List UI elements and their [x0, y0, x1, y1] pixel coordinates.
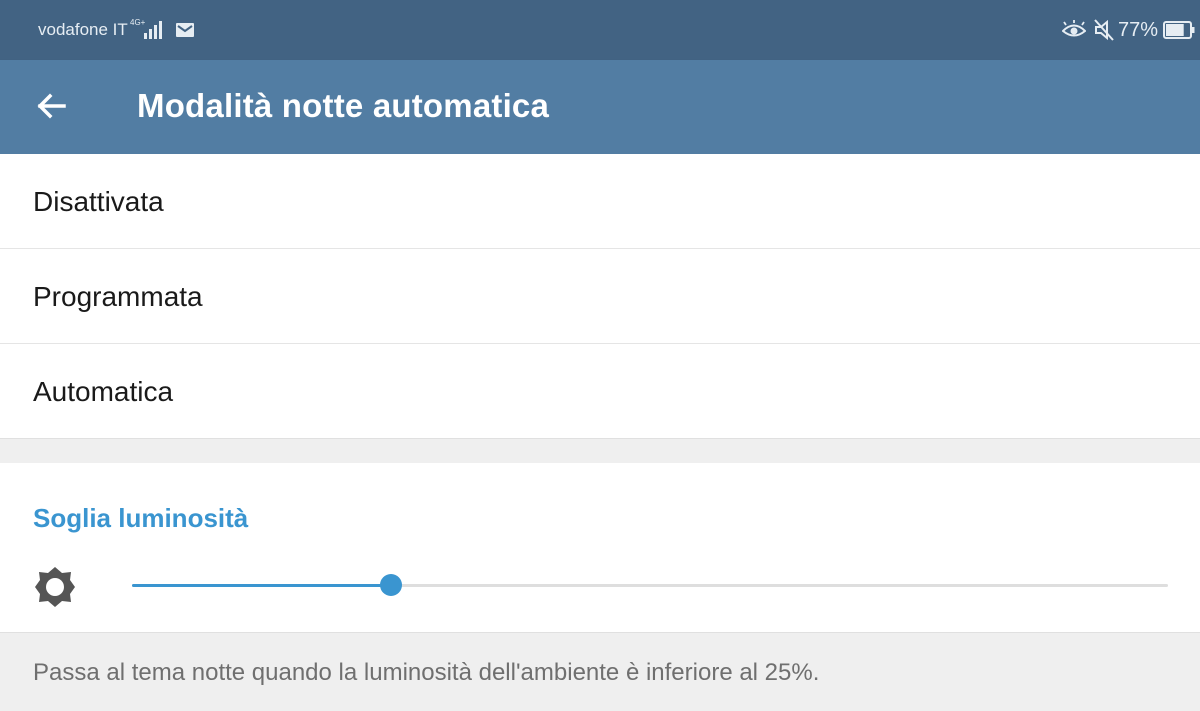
option-automatica[interactable]: Automatica [0, 344, 1200, 438]
mute-icon [1094, 19, 1114, 41]
arrow-left-icon[interactable] [34, 88, 70, 124]
slider-thumb[interactable] [380, 574, 402, 596]
section-title: Soglia luminosità [33, 503, 249, 533]
option-programmata[interactable]: Programmata [0, 249, 1200, 344]
brightness-icon [35, 567, 75, 607]
battery-percent: 77% [1118, 19, 1159, 41]
brightness-threshold-section: Soglia luminosità [0, 463, 1200, 632]
option-label: Disattivata [33, 186, 164, 217]
page-title: Modalità notte automatica [137, 87, 550, 124]
mail-icon [176, 23, 194, 37]
signal-icon: 4G+ [130, 18, 162, 39]
slider-fill [132, 584, 391, 587]
brightness-threshold-slider[interactable] [132, 567, 1168, 603]
option-label: Automatica [33, 376, 174, 407]
battery-icon [1163, 21, 1195, 39]
description-footer: Passa al tema notte quando la luminosità… [0, 632, 1200, 711]
option-label: Programmata [33, 281, 203, 312]
app-bar: Modalità notte automatica [0, 60, 1200, 154]
status-bar: vodafone IT 4G+ 77% [0, 0, 1200, 60]
carrier-name: vodafone IT [38, 20, 128, 39]
threshold-description: Passa al tema notte quando la luminosità… [33, 659, 820, 686]
option-disattivata[interactable]: Disattivata [0, 154, 1200, 249]
eye-comfort-icon [1062, 20, 1086, 37]
night-mode-options: Disattivata Programmata Automatica [0, 154, 1200, 438]
section-divider [0, 438, 1200, 464]
network-type-label: 4G+ [130, 18, 146, 27]
